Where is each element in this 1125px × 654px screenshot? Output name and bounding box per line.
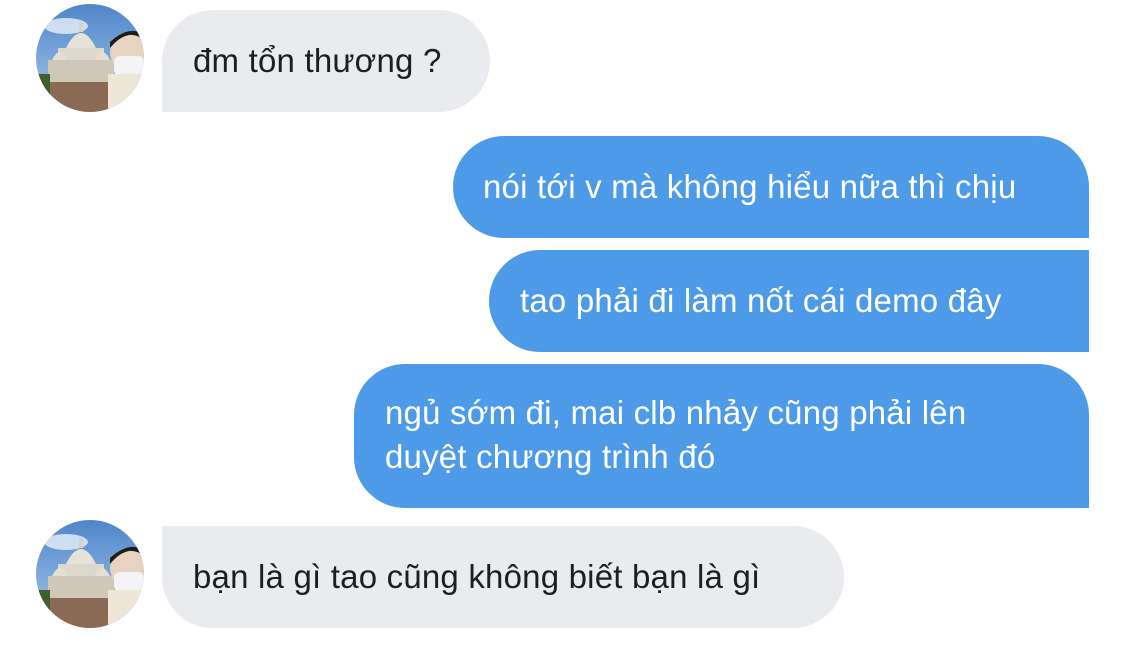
- message-text: nói tới v mà không hiểu nữa thì chịu: [483, 168, 1017, 205]
- message-text: tao phải đi làm nốt cái demo đây: [520, 282, 1002, 319]
- message-bubble[interactable]: tao phải đi làm nốt cái demo đây: [489, 250, 1089, 352]
- message-text-line: ngủ sớm đi, mai clb nhảy cũng phải lên: [385, 394, 967, 431]
- contact-avatar[interactable]: [36, 520, 144, 628]
- message-bubble[interactable]: đm tổn thương ?: [162, 10, 490, 112]
- message-bubble[interactable]: nói tới v mà không hiểu nữa thì chịu: [453, 136, 1089, 238]
- message-text: đm tổn thương ?: [193, 42, 442, 79]
- contact-avatar[interactable]: [36, 4, 144, 112]
- message-bubble[interactable]: ngủ sớm đi, mai clb nhảy cũng phải lên d…: [354, 364, 1089, 508]
- message-bubble[interactable]: bạn là gì tao cũng không biết bạn là gì: [162, 526, 844, 628]
- message-text: bạn là gì tao cũng không biết bạn là gì: [193, 558, 761, 595]
- chat-thread: đm tổn thương ? nói tới v mà không hiểu …: [0, 0, 1125, 654]
- avatar-photo-icon: [36, 4, 144, 112]
- avatar-photo-icon: [36, 520, 144, 628]
- message-text-line: duyệt chương trình đó: [385, 438, 716, 475]
